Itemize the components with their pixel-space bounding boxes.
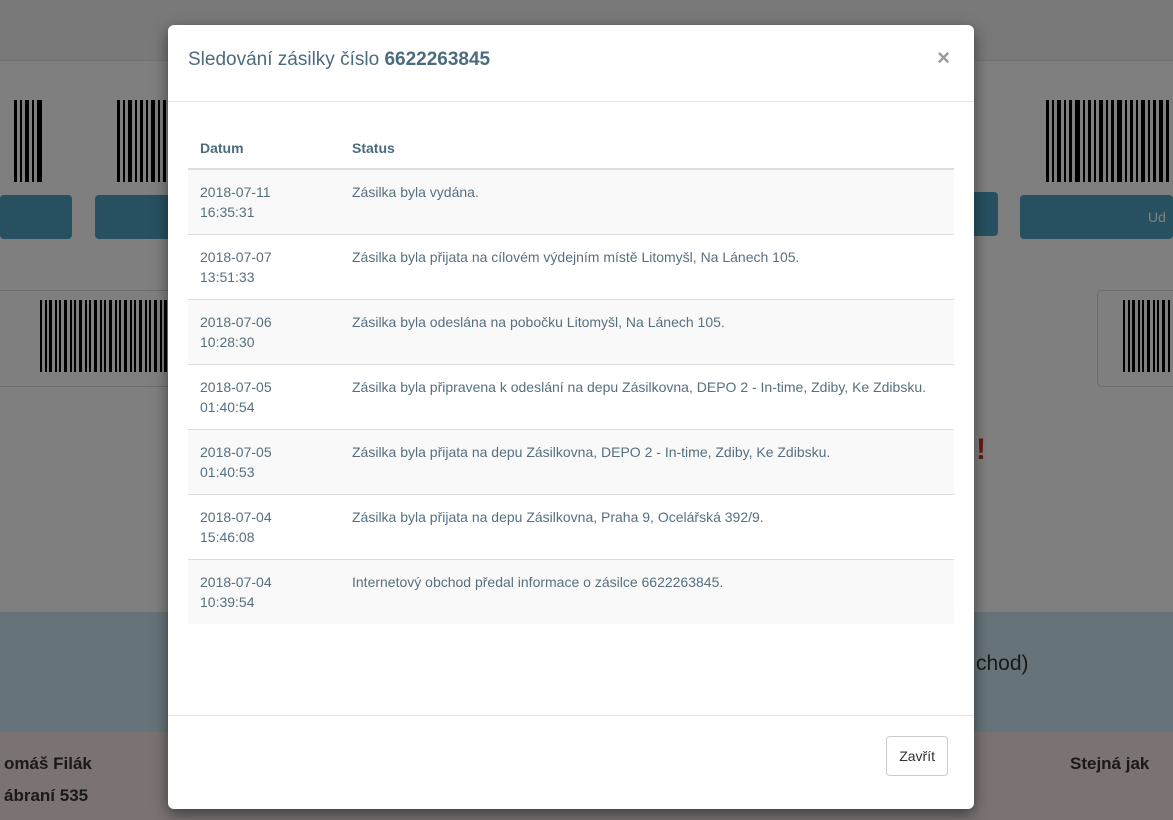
table-cell-date: 2018-07-06 10:28:30 bbox=[188, 299, 340, 365]
table-cell-date: 2018-07-04 15:46:08 bbox=[188, 494, 340, 560]
tracking-modal: Sledování zásilky číslo 6622263845 × Dat… bbox=[168, 25, 974, 809]
table-cell-status: Zásilka byla přijata na cílovém výdejním… bbox=[340, 234, 954, 300]
modal-header: Sledování zásilky číslo 6622263845 × bbox=[168, 25, 974, 102]
table-row: 2018-07-05 01:40:53 Zásilka byla přijata … bbox=[188, 429, 954, 495]
row-date: 2018-07-05 bbox=[200, 444, 272, 460]
row-date: 2018-07-06 bbox=[200, 314, 272, 330]
table-cell-date: 2018-07-07 13:51:33 bbox=[188, 234, 340, 300]
row-time: 01:40:53 bbox=[200, 464, 255, 480]
table-row: 2018-07-05 01:40:54 Zásilka byla připrave… bbox=[188, 364, 954, 430]
table-cell-status: Zásilka byla přijata na depu Zásilkovna,… bbox=[340, 494, 954, 560]
table-cell-status: Zásilka byla připravena k odeslání na de… bbox=[340, 364, 954, 430]
modal-title: Sledování zásilky číslo 6622263845 bbox=[188, 49, 490, 71]
table-cell-status: Internetový obchod předal informace o zá… bbox=[340, 559, 954, 624]
modal-body: Datum Status 2018-07-11 16:35:31 Zásilka … bbox=[188, 128, 954, 624]
table-row: 2018-07-07 13:51:33 Zásilka byla přijata … bbox=[188, 234, 954, 300]
table-cell-status: Zásilka byla odeslána na pobočku Litomyš… bbox=[340, 299, 954, 365]
table-cell-date: 2018-07-05 01:40:53 bbox=[188, 429, 340, 495]
table-cell-status: Zásilka byla přijata na depu Zásilkovna,… bbox=[340, 429, 954, 495]
row-date: 2018-07-04 bbox=[200, 509, 272, 525]
table-row: 2018-07-11 16:35:31 Zásilka byla vydána. bbox=[188, 168, 954, 235]
close-icon[interactable]: × bbox=[937, 45, 950, 71]
tracking-number: 6622263845 bbox=[384, 49, 491, 70]
row-time: 15:46:08 bbox=[200, 529, 255, 545]
column-header-status: Status bbox=[340, 128, 954, 170]
table-header-row: Datum Status bbox=[188, 128, 954, 170]
close-button[interactable]: Zavřít bbox=[886, 736, 948, 776]
table-row: 2018-07-06 10:28:30 Zásilka byla odeslána… bbox=[188, 299, 954, 365]
table-cell-date: 2018-07-05 01:40:54 bbox=[188, 364, 340, 430]
table-row: 2018-07-04 10:39:54 Internetový obchod př… bbox=[188, 559, 954, 624]
modal-footer: Zavřít bbox=[168, 715, 974, 810]
row-time: 13:51:33 bbox=[200, 269, 255, 285]
row-time: 10:28:30 bbox=[200, 334, 255, 350]
row-date: 2018-07-11 bbox=[200, 184, 271, 200]
table-cell-status: Zásilka byla vydána. bbox=[340, 168, 954, 235]
row-time: 16:35:31 bbox=[200, 204, 255, 220]
column-header-date: Datum bbox=[188, 128, 340, 170]
modal-title-prefix: Sledování zásilky číslo bbox=[188, 49, 380, 70]
table-row: 2018-07-04 15:46:08 Zásilka byla přijata … bbox=[188, 494, 954, 560]
row-date: 2018-07-05 bbox=[200, 379, 272, 395]
table-cell-date: 2018-07-11 16:35:31 bbox=[188, 168, 340, 235]
row-time: 10:39:54 bbox=[200, 594, 255, 610]
table-cell-date: 2018-07-04 10:39:54 bbox=[188, 559, 340, 624]
row-time: 01:40:54 bbox=[200, 399, 255, 415]
tracking-history-table: Datum Status 2018-07-11 16:35:31 Zásilka … bbox=[188, 128, 954, 624]
row-date: 2018-07-04 bbox=[200, 574, 272, 590]
row-date: 2018-07-07 bbox=[200, 249, 272, 265]
